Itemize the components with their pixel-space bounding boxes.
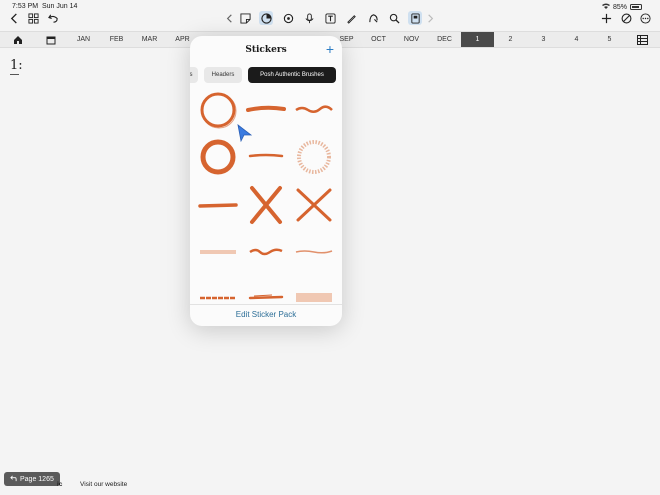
sticky-note-icon[interactable] <box>238 11 252 25</box>
faint-stroke-sticker[interactable] <box>194 228 242 276</box>
template-icon[interactable] <box>408 11 422 25</box>
return-icon <box>10 475 17 484</box>
status-right: 85% <box>601 3 642 11</box>
pointer-cursor-icon <box>236 124 253 147</box>
footer-fragment: ic <box>57 481 63 488</box>
shapes-icon[interactable] <box>366 11 380 25</box>
faint-wavy-sticker[interactable] <box>290 228 338 276</box>
squiggle-sticker[interactable] <box>242 228 290 276</box>
tab-previous[interactable]: s <box>190 67 198 83</box>
month-mar[interactable]: MAR <box>133 32 166 47</box>
circle-brush-sticker[interactable] <box>194 88 242 136</box>
add-sticker-button[interactable]: + <box>326 41 334 57</box>
dotted-circle-sticker[interactable] <box>290 134 338 182</box>
search-icon[interactable] <box>387 11 401 25</box>
back-chevron-icon[interactable] <box>7 11 21 25</box>
page-heading: 1: <box>10 58 23 75</box>
dash-sticker[interactable] <box>194 182 242 230</box>
list-icon[interactable] <box>626 32 659 47</box>
pen-icon[interactable] <box>344 11 358 25</box>
page-badge-label: Page 1265 <box>20 475 54 483</box>
lasso-icon[interactable] <box>281 11 295 25</box>
tab-headers[interactable]: Headers <box>204 67 242 83</box>
month-feb[interactable]: FEB <box>100 32 133 47</box>
calendar-icon[interactable] <box>34 32 67 47</box>
page-badge[interactable]: Page 1265 <box>4 472 60 486</box>
grid-icon[interactable] <box>26 11 40 25</box>
plus-icon[interactable] <box>599 11 613 25</box>
text-box-icon[interactable] <box>323 11 337 25</box>
month-nov[interactable]: NOV <box>395 32 428 47</box>
undo-icon[interactable] <box>46 11 60 25</box>
battery-percent: 85% <box>612 3 627 11</box>
month-oct[interactable]: OCT <box>362 32 395 47</box>
month-jan[interactable]: JAN <box>67 32 100 47</box>
edit-sticker-pack-button[interactable]: Edit Sticker Pack <box>190 310 342 319</box>
week-4[interactable]: 4 <box>560 32 593 47</box>
home-icon[interactable] <box>1 32 34 47</box>
wavy-stroke-sticker[interactable] <box>290 88 338 136</box>
popover-title: Stickers <box>245 45 287 55</box>
website-link[interactable]: Visit our website <box>80 481 127 488</box>
microphone-icon[interactable] <box>302 11 316 25</box>
week-3[interactable]: 3 <box>527 32 560 47</box>
wifi-icon <box>601 3 610 11</box>
month-dec[interactable]: DEC <box>428 32 461 47</box>
sticker-tabs: s Headers Posh Authentic Brushes <box>190 67 342 83</box>
more-icon[interactable] <box>638 11 652 25</box>
sticker-grid <box>194 88 338 326</box>
forward-chevron-icon[interactable] <box>423 11 437 25</box>
x-brush-thin-sticker[interactable] <box>290 182 338 230</box>
sticker-icon[interactable] <box>259 11 273 25</box>
week-5[interactable]: 5 <box>593 32 626 47</box>
tab-posh-authentic-brushes[interactable]: Posh Authentic Brushes <box>248 67 336 83</box>
thick-circle-sticker[interactable] <box>194 134 242 182</box>
week-2[interactable]: 2 <box>494 32 527 47</box>
no-pen-icon[interactable] <box>619 11 633 25</box>
back-chevron-icon[interactable] <box>222 11 236 25</box>
battery-icon <box>630 4 642 10</box>
week-1[interactable]: 1 <box>461 32 494 47</box>
status-time: 7:53 PM Sun Jun 14 <box>12 3 78 10</box>
toolbar <box>0 11 660 27</box>
x-brush-sticker[interactable] <box>242 182 290 230</box>
popover-divider <box>190 304 342 305</box>
stickers-popover: Stickers + s Headers Posh Authentic Brus… <box>190 36 342 326</box>
